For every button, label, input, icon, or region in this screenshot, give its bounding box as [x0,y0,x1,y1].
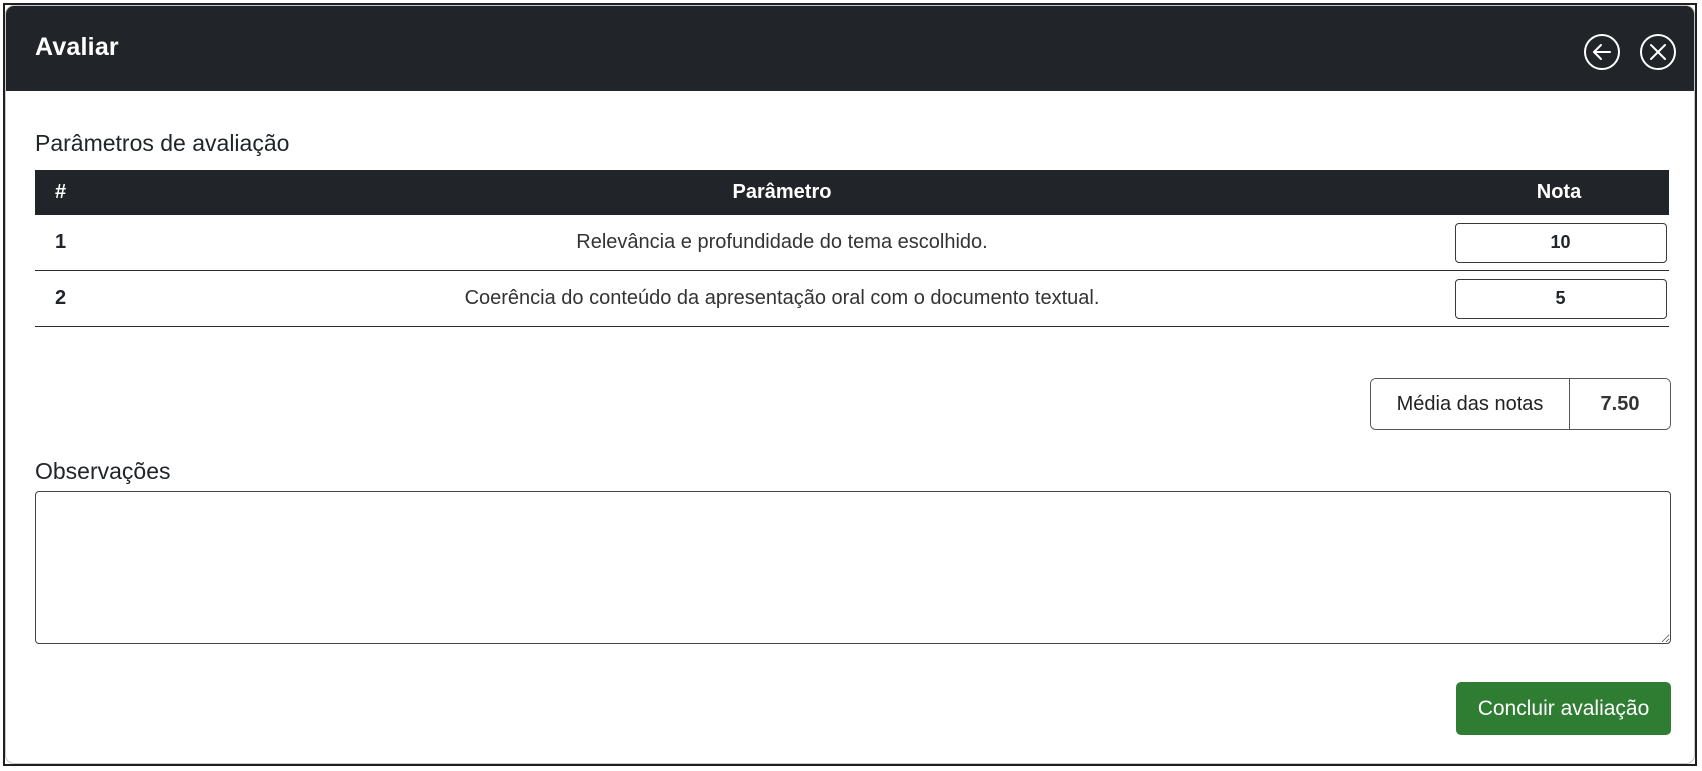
nota-input-1[interactable] [1454,222,1667,263]
modal-header: Avaliar [6,6,1694,91]
row-nota-cell [1449,270,1669,327]
average-label: Média das notas [1371,379,1570,429]
column-header-nota: Nota [1536,181,1582,203]
submit-evaluation-button[interactable]: Concluir avaliação [1456,682,1671,735]
x-circle-icon [1640,34,1676,70]
column-header-param: Parâmetro [732,181,832,203]
parameters-table: # Parâmetro Nota 1 Relevância e profundi… [35,170,1669,327]
modal-title: Avaliar [35,33,119,61]
table-header-row: # Parâmetro Nota [35,170,1669,215]
table-row: 2 Coerência do conteúdo da apresentação … [35,270,1669,327]
average-display: Média das notas 7.50 [1370,378,1671,430]
evaluate-modal: Avaliar Parâmetros de avaliação # Parâme… [5,5,1695,764]
row-param: Coerência do conteúdo da apresentação or… [115,270,1449,327]
row-num: 2 [35,270,115,327]
average-value: 7.50 [1570,379,1670,429]
row-num: 1 [35,215,115,271]
row-nota-cell [1449,215,1669,271]
back-button[interactable] [1583,33,1621,71]
row-param: Relevância e profundidade do tema escolh… [115,215,1449,271]
observations-textarea[interactable] [35,491,1671,644]
parameters-section-title: Parâmetros de avaliação [35,130,290,156]
arrow-left-circle-icon [1584,34,1620,70]
table-row: 1 Relevância e profundidade do tema esco… [35,215,1669,271]
column-header-num: # [55,181,67,203]
nota-input-2[interactable] [1454,278,1667,319]
close-button[interactable] [1639,33,1677,71]
observations-title: Observações [35,458,171,484]
